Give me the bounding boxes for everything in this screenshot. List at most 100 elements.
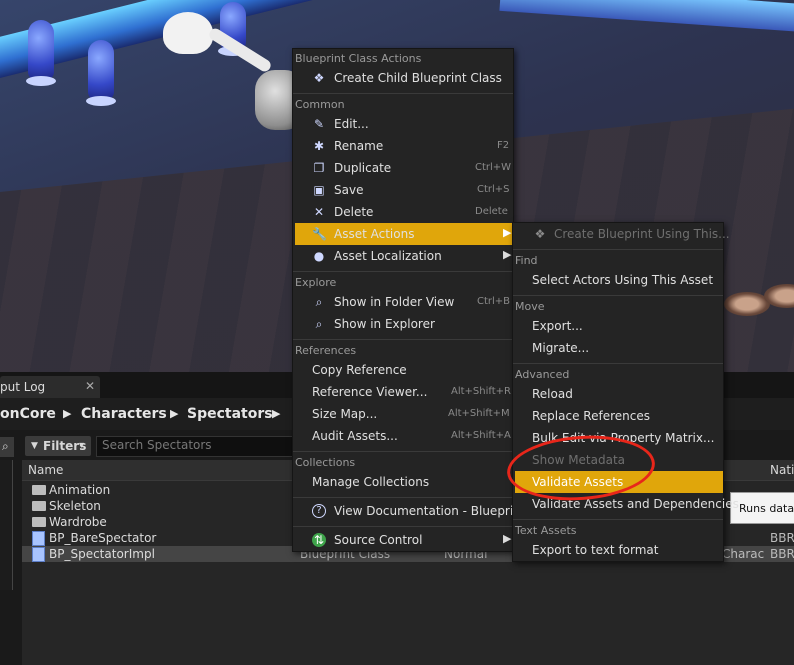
blueprint-icon: ❖ xyxy=(534,227,546,241)
globe-icon: ● xyxy=(313,249,325,263)
menu-item-audit-assets[interactable]: Audit Assets... Alt+Shift+A xyxy=(295,425,511,447)
chevron-right-icon[interactable]: ▶ xyxy=(170,407,178,420)
menu-item-reference-viewer[interactable]: Reference Viewer... Alt+Shift+R xyxy=(295,381,511,403)
rename-icon: ✱ xyxy=(313,139,325,153)
duplicate-icon: ❐ xyxy=(313,161,325,175)
menu-label: Duplicate xyxy=(334,161,392,175)
divider xyxy=(293,271,513,272)
menu-label: Create Child Blueprint Class xyxy=(334,71,502,85)
search-input[interactable]: Search Spectators xyxy=(96,436,303,457)
menu-label: Reference Viewer... xyxy=(312,385,428,399)
menu-item-copy-reference[interactable]: Copy Reference xyxy=(295,359,511,381)
menu-item-manage-collections[interactable]: Manage Collections xyxy=(295,471,511,493)
menu-item-view-documentation[interactable]: ? View Documentation - Blueprint xyxy=(295,500,526,522)
context-menu: Blueprint Class Actions ❖ Create Child B… xyxy=(292,48,526,552)
chevron-right-icon: ▶ xyxy=(503,248,512,261)
bowling-pin xyxy=(88,40,114,100)
menu-label: Select Actors Using This Asset xyxy=(532,273,714,287)
pencil-icon: ✎ xyxy=(313,117,325,131)
blue-rail-right xyxy=(499,0,794,34)
shortcut: F2 xyxy=(497,140,510,151)
menu-label: Asset Actions xyxy=(334,227,415,241)
filters-button[interactable]: ▼ Filters ▾ xyxy=(25,436,91,456)
menu-item-duplicate[interactable]: ❐ Duplicate Ctrl+W xyxy=(295,157,511,179)
sources-panel-edge[interactable] xyxy=(0,460,13,590)
breadcrumb-item[interactable]: Spectators xyxy=(187,406,273,422)
menu-label: Delete xyxy=(334,205,374,219)
submenu-item-reload[interactable]: Reload xyxy=(515,383,721,405)
menu-item-delete[interactable]: ✕ Delete Delete xyxy=(295,201,511,223)
divider xyxy=(513,363,723,364)
submenu-item-export[interactable]: Export... xyxy=(515,315,721,337)
menu-label: View Documentation - Blueprint xyxy=(334,504,526,518)
divider xyxy=(513,519,723,520)
breadcrumb-item[interactable]: onCore xyxy=(0,406,56,422)
chevron-right-icon[interactable]: ▶ xyxy=(272,407,280,420)
bowling-pin xyxy=(28,20,54,80)
menu-label: Migrate... xyxy=(532,341,590,355)
submenu-item-replace-references[interactable]: Replace References xyxy=(515,405,721,427)
close-icon[interactable]: ✕ xyxy=(85,379,95,393)
menu-label: Save xyxy=(334,183,364,197)
menu-label: Size Map... xyxy=(312,407,378,421)
tab-label: put Log xyxy=(0,380,46,394)
chevron-right-icon: ▶ xyxy=(503,532,512,545)
blueprint-icon xyxy=(32,547,45,562)
filter-icon: ▼ xyxy=(31,441,38,451)
delete-icon: ✕ xyxy=(313,205,325,219)
chevron-right-icon[interactable]: ▶ xyxy=(63,407,71,420)
menu-item-save[interactable]: ▣ Save Ctrl+S xyxy=(295,179,511,201)
submenu-item-select-actors[interactable]: Select Actors Using This Asset xyxy=(515,269,721,291)
submenu-item-migrate[interactable]: Migrate... xyxy=(515,337,721,359)
section-explore: Explore xyxy=(295,276,337,289)
menu-label: Rename xyxy=(334,139,384,153)
tooltip: Runs data v xyxy=(730,492,794,524)
menu-item-rename[interactable]: ✱ Rename F2 xyxy=(295,135,511,157)
menu-label: Create Blueprint Using This... xyxy=(554,227,730,241)
search-icon: ⌕ xyxy=(315,295,323,309)
search-icon: ⌕ xyxy=(315,317,323,331)
menu-label: Edit... xyxy=(334,117,369,131)
blueprint-icon: ❖ xyxy=(313,71,325,85)
shortcut: Ctrl+S xyxy=(477,184,510,195)
shortcut: Alt+Shift+M xyxy=(448,408,510,419)
asset-name: Skeleton xyxy=(49,499,101,513)
menu-label: Asset Localization xyxy=(334,249,442,263)
asset-native: BBR xyxy=(770,531,794,545)
menu-item-create-child[interactable]: ❖ Create Child Blueprint Class xyxy=(295,67,511,89)
submenu-item-create-blueprint[interactable]: ❖ Create Blueprint Using This... xyxy=(515,223,730,245)
menu-label: Show in Explorer xyxy=(334,317,435,331)
submenu-item-export-text[interactable]: Export to text format xyxy=(515,539,721,561)
paddle-prop xyxy=(163,12,213,54)
divider xyxy=(293,93,513,94)
search-glyph: ⌕ xyxy=(2,439,9,453)
divider xyxy=(293,451,513,452)
menu-label: Manage Collections xyxy=(312,475,430,489)
menu-item-size-map[interactable]: Size Map... Alt+Shift+M xyxy=(295,403,511,425)
shortcut: Alt+Shift+A xyxy=(451,430,511,441)
menu-item-asset-localization[interactable]: ● Asset Localization ▶ xyxy=(295,245,512,267)
menu-item-source-control[interactable]: ⇅ Source Control ▶ xyxy=(295,529,511,551)
breadcrumb-item[interactable]: Characters xyxy=(81,406,167,422)
asset-name: Animation xyxy=(49,483,111,497)
menu-item-asset-actions[interactable]: 🔧 Asset Actions ▶ xyxy=(295,223,513,245)
column-name[interactable]: Name xyxy=(28,463,63,477)
chevron-right-icon: ▶ xyxy=(503,226,512,239)
blueprint-icon xyxy=(32,531,45,546)
section-references: References xyxy=(295,344,357,357)
section-move: Move xyxy=(515,300,545,313)
asset-name: Wardrobe xyxy=(49,515,107,529)
asset-actions-submenu: ❖ Create Blueprint Using This... Find Se… xyxy=(512,222,739,562)
column-native[interactable]: Nativ xyxy=(770,463,794,477)
menu-item-show-folder-view[interactable]: ⌕ Show in Folder View Ctrl+B xyxy=(295,291,511,313)
menu-label: Reload xyxy=(532,387,573,401)
asset-name: BP_BareSpectator xyxy=(49,531,157,545)
section-blueprint: Blueprint Class Actions xyxy=(295,52,422,65)
tab-output-log[interactable]: put Log ✕ xyxy=(0,376,100,398)
section-find: Find xyxy=(515,254,538,267)
menu-item-show-explorer[interactable]: ⌕ Show in Explorer xyxy=(295,313,511,335)
search-icon[interactable]: ⌕ xyxy=(0,437,14,457)
menu-label: Replace References xyxy=(532,409,650,423)
menu-label: Export... xyxy=(532,319,583,333)
menu-item-edit[interactable]: ✎ Edit... xyxy=(295,113,511,135)
